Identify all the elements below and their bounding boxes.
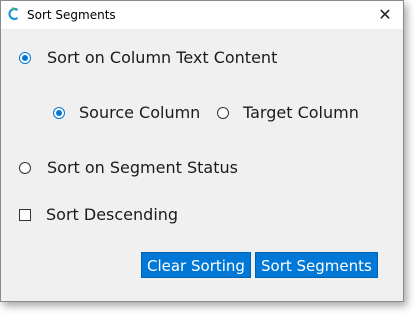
- sort-status-radio[interactable]: [19, 161, 31, 174]
- sort-descending-checkbox[interactable]: [19, 208, 31, 221]
- source-column-option[interactable]: Source Column: [53, 103, 200, 122]
- target-column-label: Target Column: [243, 103, 359, 122]
- app-logo-icon: [8, 7, 19, 21]
- source-column-label: Source Column: [79, 103, 201, 122]
- sort-segments-button[interactable]: Sort Segments: [255, 252, 378, 278]
- clear-sorting-button[interactable]: Clear Sorting: [141, 252, 251, 278]
- target-column-option[interactable]: Target Column: [217, 103, 359, 122]
- sort-text-label: Sort on Column Text Content: [47, 48, 278, 67]
- source-column-radio[interactable]: [53, 106, 65, 119]
- close-button[interactable]: ✕: [375, 5, 395, 25]
- sort-descending-label: Sort Descending: [46, 205, 179, 224]
- title-bar: Sort Segments ✕: [1, 1, 403, 29]
- target-column-radio[interactable]: [217, 106, 229, 119]
- sort-text-radio[interactable]: [19, 51, 31, 64]
- sort-segments-dialog: Sort Segments ✕ Sort on Column Text Cont…: [0, 0, 404, 302]
- window-title: Sort Segments: [27, 8, 116, 22]
- close-icon: ✕: [378, 5, 392, 24]
- sort-descending-option[interactable]: Sort Descending: [19, 205, 178, 224]
- sort-status-label: Sort on Segment Status: [47, 158, 238, 177]
- sort-text-option[interactable]: Sort on Column Text Content: [19, 48, 277, 67]
- sort-status-option[interactable]: Sort on Segment Status: [19, 158, 238, 177]
